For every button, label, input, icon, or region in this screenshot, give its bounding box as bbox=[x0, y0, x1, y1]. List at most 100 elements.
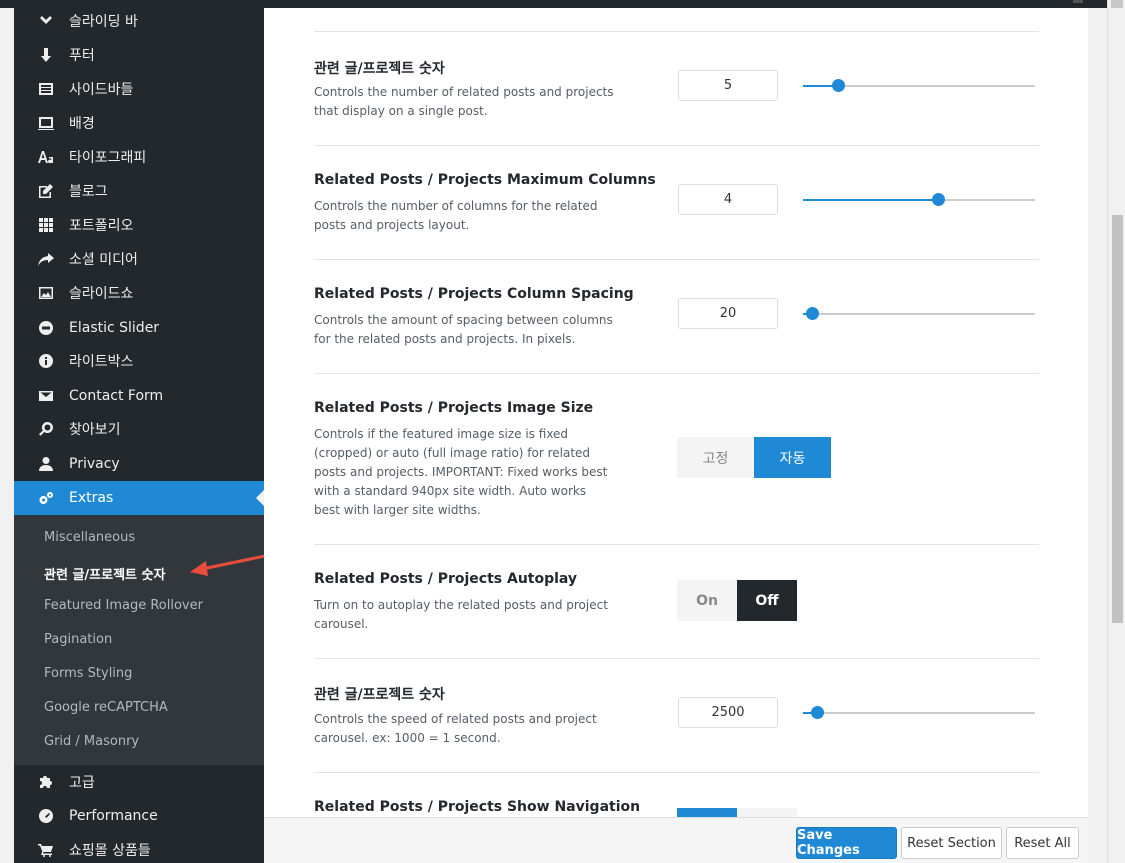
divider bbox=[314, 658, 1039, 659]
sidebar-item-label: 슬라이딩 바 bbox=[69, 14, 138, 30]
sidebar-item-social-media[interactable]: 소셜 미디어 bbox=[14, 242, 264, 276]
carousel-speed-number-input[interactable]: 2500 bbox=[678, 697, 778, 728]
sidebar-item-label: 푸터 bbox=[69, 48, 95, 64]
submenu-item-miscellaneous[interactable]: Miscellaneous bbox=[44, 530, 135, 545]
max-columns-number-input[interactable]: 4 bbox=[678, 184, 778, 215]
sidebar-item-performance[interactable]: Performance bbox=[14, 799, 264, 833]
scrollbar-top bbox=[1111, 0, 1123, 8]
puzzle-icon bbox=[38, 774, 54, 790]
sidebar-item-label: 슬라이드쇼 bbox=[69, 286, 134, 302]
sidebar-item-extras[interactable]: Extras bbox=[14, 481, 264, 515]
option-title: Related Posts / Projects Maximum Columns bbox=[314, 172, 656, 188]
sidebar-item-background[interactable]: 배경 bbox=[14, 106, 264, 140]
sidebar-item-label: 고급 bbox=[69, 775, 95, 791]
max-columns-slider[interactable] bbox=[803, 193, 1035, 206]
slider-handle[interactable] bbox=[832, 79, 845, 92]
option-description: Controls the speed of related posts and … bbox=[314, 712, 597, 745]
gears-icon bbox=[38, 490, 54, 506]
sidebar-item-label: 라이트박스 bbox=[69, 354, 134, 370]
submenu-item-related-posts[interactable]: 관련 글/프로젝트 숫자 bbox=[44, 564, 165, 583]
column-spacing-number-input[interactable]: 20 bbox=[678, 298, 778, 329]
image-size-fixed-button[interactable]: 고정 bbox=[677, 437, 754, 478]
submenu-item-google-recaptcha[interactable]: Google reCAPTCHA bbox=[44, 700, 168, 715]
slider-fill bbox=[803, 199, 938, 201]
divider bbox=[314, 31, 1039, 32]
sidebar-item-label: 사이드바들 bbox=[69, 82, 134, 98]
sidebar-item-label: Extras bbox=[69, 490, 114, 506]
option-description: Controls the amount of spacing between c… bbox=[314, 313, 613, 346]
submenu-item-grid-masonry[interactable]: Grid / Masonry bbox=[44, 734, 139, 749]
column-spacing-slider[interactable] bbox=[803, 307, 1035, 320]
page-scrollbar[interactable] bbox=[1107, 0, 1125, 863]
slider-icon bbox=[38, 320, 54, 336]
sidebar-item-sidebars[interactable]: 사이드바들 bbox=[14, 72, 264, 106]
sidebar-item-blog[interactable]: 블로그 bbox=[14, 174, 264, 208]
carousel-speed-slider[interactable] bbox=[803, 706, 1035, 719]
autoplay-off-button[interactable]: Off bbox=[737, 580, 797, 621]
related-posts-number-slider[interactable] bbox=[803, 79, 1035, 92]
divider bbox=[314, 259, 1039, 260]
slider-handle[interactable] bbox=[932, 193, 945, 206]
option-description: Controls the number of related posts and… bbox=[314, 85, 614, 118]
sidebar-item-label: 타이포그래피 bbox=[69, 150, 147, 166]
sidebar-item-slideshow[interactable]: 슬라이드쇼 bbox=[14, 276, 264, 310]
options-footer: Save Changes Reset Section Reset All bbox=[264, 817, 1088, 863]
sidebar-icon bbox=[38, 81, 54, 97]
show-navigation-off-button[interactable] bbox=[737, 808, 797, 817]
sidebar-item-label: 소셜 미디어 bbox=[69, 252, 138, 268]
autoplay-on-button[interactable]: On bbox=[677, 580, 737, 621]
save-changes-button[interactable]: Save Changes bbox=[796, 827, 897, 859]
divider bbox=[314, 772, 1039, 773]
sidebar-item-label: Privacy bbox=[69, 456, 120, 472]
share-icon bbox=[38, 251, 54, 267]
sidebar-item-lightbox[interactable]: 라이트박스 bbox=[14, 344, 264, 378]
option-title: 관련 글/프로젝트 숫자 bbox=[314, 687, 445, 703]
sidebar-item-elastic-slider[interactable]: Elastic Slider bbox=[14, 311, 264, 345]
sidebar-item-contact-form[interactable]: Contact Form bbox=[14, 379, 264, 413]
submenu-item-featured-image-rollover[interactable]: Featured Image Rollover bbox=[44, 598, 203, 613]
image-size-auto-button[interactable]: 자동 bbox=[754, 437, 831, 478]
arrow-down-icon bbox=[38, 47, 54, 63]
cart-icon bbox=[38, 842, 54, 858]
sidebar-item-portfolio[interactable]: 포트폴리오 bbox=[14, 208, 264, 242]
chevron-down-icon bbox=[38, 13, 54, 29]
sidebar-item-search[interactable]: 찾아보기 bbox=[14, 412, 264, 446]
monitor-icon bbox=[38, 115, 54, 131]
show-navigation-on-button[interactable] bbox=[677, 808, 737, 817]
slider-handle[interactable] bbox=[811, 706, 824, 719]
envelope-icon bbox=[38, 388, 54, 404]
scrollbar-thumb[interactable] bbox=[1112, 215, 1123, 623]
show-navigation-toggle[interactable] bbox=[677, 808, 797, 817]
sidebar-item-label: 쇼핑몰 상품들 bbox=[69, 843, 151, 859]
sidebar-item-label: 포트폴리오 bbox=[69, 218, 134, 234]
reset-all-button[interactable]: Reset All bbox=[1006, 827, 1079, 859]
slider-handle[interactable] bbox=[806, 307, 819, 320]
option-title: Related Posts / Projects Autoplay bbox=[314, 571, 578, 587]
option-title: Related Posts / Projects Image Size bbox=[314, 400, 594, 416]
autoplay-toggle: On Off bbox=[677, 580, 797, 621]
submenu-item-pagination[interactable]: Pagination bbox=[44, 632, 112, 647]
info-icon bbox=[38, 353, 54, 369]
sidebar-item-sliding-bar[interactable]: 슬라이딩 바 bbox=[14, 4, 264, 38]
user-icon bbox=[38, 456, 54, 472]
sidebar-item-label: 블로그 bbox=[69, 184, 108, 200]
option-description: Turn on to autoplay the related posts an… bbox=[314, 598, 608, 631]
related-posts-number-input[interactable]: 5 bbox=[678, 70, 778, 101]
sidebar-item-label: Contact Form bbox=[69, 388, 164, 404]
divider bbox=[314, 145, 1039, 146]
grid-icon bbox=[38, 217, 54, 233]
sidebar-item-privacy[interactable]: Privacy bbox=[14, 447, 264, 481]
option-title: Related Posts / Projects Show Navigation bbox=[314, 799, 641, 815]
reset-section-button[interactable]: Reset Section bbox=[901, 827, 1002, 859]
divider bbox=[314, 544, 1039, 545]
sidebar-item-label: 배경 bbox=[69, 116, 95, 132]
sidebar-item-footer[interactable]: 푸터 bbox=[14, 38, 264, 72]
performance-icon bbox=[38, 808, 54, 824]
submenu-item-forms-styling[interactable]: Forms Styling bbox=[44, 666, 132, 681]
sidebar-item-typography[interactable]: 타이포그래피 bbox=[14, 140, 264, 174]
typography-icon bbox=[38, 149, 54, 165]
option-description: Controls the number of columns for the r… bbox=[314, 199, 598, 232]
search-icon bbox=[38, 421, 54, 437]
sidebar-item-shop-products[interactable]: 쇼핑몰 상품들 bbox=[14, 833, 264, 863]
sidebar-item-advanced[interactable]: 고급 bbox=[14, 765, 264, 799]
